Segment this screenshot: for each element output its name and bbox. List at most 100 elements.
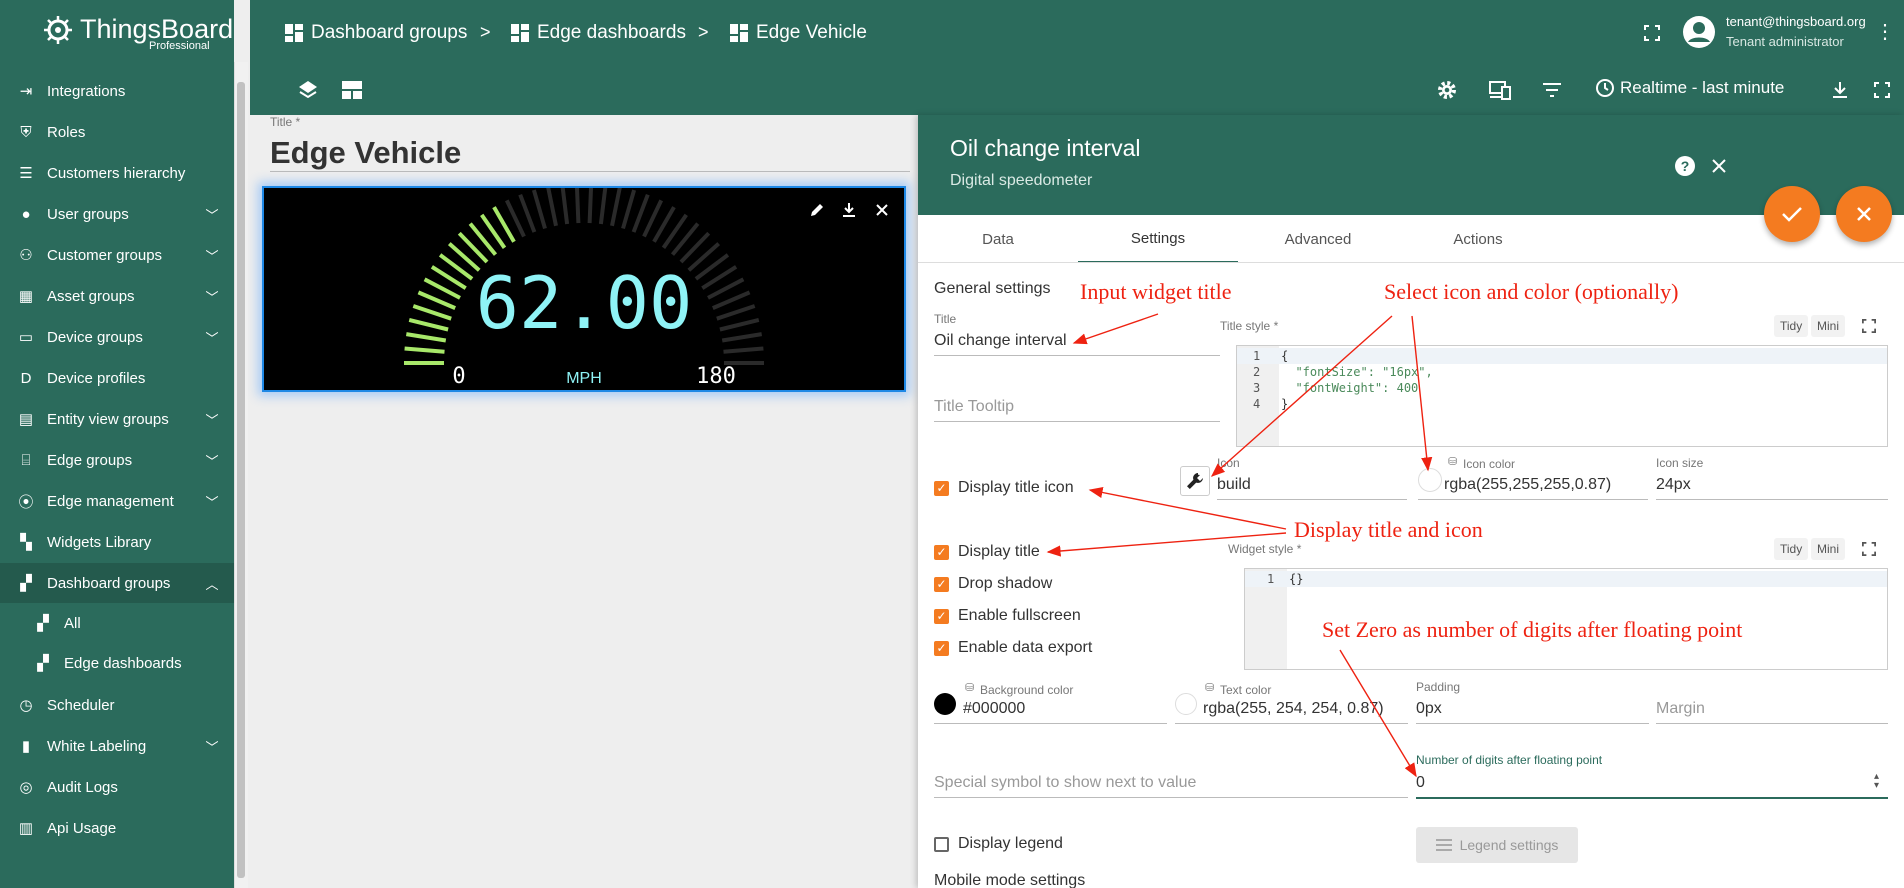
sidebar-item-white-labeling[interactable]: ▮ White Labeling ﹀	[0, 726, 234, 766]
decimals-field[interactable]: 0	[1416, 774, 1425, 792]
sidebar-item-user-groups[interactable]: ● User groups ﹀	[0, 194, 234, 234]
sidebar-item-edge-groups[interactable]: ⌸ Edge groups ﹀	[0, 440, 234, 480]
special-symbol-field[interactable]: Special symbol to show next to value	[934, 774, 1196, 792]
drop-shadow-checkbox[interactable]: ✓	[934, 577, 949, 592]
dashboard-title[interactable]: Edge Vehicle	[270, 135, 461, 171]
sidebar-item-asset-groups[interactable]: ▦ Asset groups ﹀	[0, 276, 234, 316]
title-style-editor[interactable]: 1 2 3 4 { "fontSize": "16px", "fontWeigh…	[1236, 345, 1888, 447]
background-color-field[interactable]: #000000	[963, 700, 1025, 718]
icon-color-swatch[interactable]	[1418, 468, 1442, 492]
legend-settings-button[interactable]: Legend settings	[1416, 827, 1578, 863]
tidy-button[interactable]: Tidy	[1774, 538, 1809, 560]
decline-button[interactable]	[1836, 186, 1892, 242]
tab-settings[interactable]: Settings	[1078, 215, 1238, 263]
help-button[interactable]: ?	[1674, 155, 1696, 177]
download-widget-button[interactable]	[841, 202, 861, 222]
close-panel-button[interactable]	[1710, 157, 1728, 175]
icon-color-field[interactable]: rgba(255,255,255,0.87)	[1444, 476, 1611, 494]
background-color-swatch[interactable]	[934, 693, 956, 715]
sidebar-item-widgets-library[interactable]: ▚ Widgets Library	[0, 522, 234, 562]
apply-button[interactable]	[1764, 186, 1820, 242]
download-icon	[843, 203, 855, 217]
gauge-tick	[716, 304, 756, 321]
number-spinner-icon[interactable]: ▴ ▾	[1874, 772, 1879, 791]
sidebar-item-roles[interactable]: ⛨ Roles	[0, 112, 234, 152]
mini-button[interactable]: Mini	[1811, 538, 1846, 560]
editor-fullscreen-button[interactable]	[1858, 315, 1880, 337]
sidebar-item-dashboard-groups[interactable]: ▞ Dashboard groups ︿	[0, 563, 234, 603]
title-tooltip-underline	[934, 421, 1220, 422]
layers-icon	[299, 81, 317, 99]
tidy-button[interactable]: Tidy	[1774, 315, 1809, 337]
sidebar-scrollbar-thumb[interactable]	[237, 82, 245, 878]
tab-actions[interactable]: Actions	[1398, 215, 1558, 263]
paint-icon: ⛁	[965, 682, 975, 694]
brand-logo[interactable]: ThingsBoard Professional	[0, 0, 234, 62]
breadcrumb-label: Dashboard groups	[311, 22, 468, 43]
edit-widget-button[interactable]	[809, 202, 829, 222]
icon-picker-button[interactable]	[1180, 466, 1210, 496]
remove-widget-button[interactable]	[874, 202, 894, 222]
clock-icon	[1596, 79, 1614, 97]
sidebar-item-label: Integrations	[47, 82, 126, 100]
layers-button[interactable]	[296, 78, 320, 102]
editor-fullscreen-button[interactable]	[1858, 538, 1880, 560]
sidebar-item-scheduler[interactable]: ◷ Scheduler	[0, 685, 234, 725]
export-button[interactable]	[1828, 78, 1852, 102]
icon-size-field[interactable]: 24px	[1656, 476, 1691, 494]
breadcrumb-edge-dashboards[interactable]: Edge dashboards	[511, 22, 686, 44]
display-title-icon-checkbox[interactable]: ✓	[934, 481, 949, 496]
tab-data[interactable]: Data	[918, 215, 1078, 263]
display-title-checkbox[interactable]: ✓	[934, 545, 949, 560]
padding-field[interactable]: 0px	[1416, 700, 1442, 718]
user-avatar[interactable]	[1682, 15, 1716, 49]
gauge-tick	[404, 346, 445, 354]
enable-data-export-checkbox[interactable]: ✓	[934, 641, 949, 656]
more-menu-button[interactable]: ⋮	[1875, 20, 1895, 44]
title-field[interactable]: Oil change interval	[934, 332, 1067, 350]
gauge-tick	[546, 186, 558, 227]
title-style-label: Title style *	[1220, 319, 1279, 333]
chevron-down-icon: ﹀	[205, 453, 219, 469]
tab-advanced[interactable]: Advanced	[1238, 215, 1398, 263]
text-color-swatch[interactable]	[1175, 693, 1197, 715]
fullscreen-icon	[1862, 319, 1876, 333]
margin-field[interactable]: Margin	[1656, 700, 1705, 718]
sidebar-item-label: User groups	[47, 205, 129, 223]
sidebar-item-edge-management[interactable]: ⦿ Edge management ﹀	[0, 481, 234, 521]
layout-button[interactable]	[340, 78, 364, 102]
sidebar-item-all[interactable]: ▞ All	[0, 603, 234, 643]
fullscreen-button[interactable]	[1640, 21, 1664, 45]
enable-fullscreen-checkbox[interactable]: ✓	[934, 609, 949, 624]
sidebar-item-device-groups[interactable]: ▭ Device groups ﹀	[0, 317, 234, 357]
sidebar-item-entity-view-groups[interactable]: ▤ Entity view groups ﹀	[0, 399, 234, 439]
sidebar-item-edge-dashboards[interactable]: ▞ Edge dashboards	[0, 643, 234, 683]
sidebar: ThingsBoard Professional ⇄Data converter…	[0, 0, 234, 888]
mini-button[interactable]: Mini	[1811, 315, 1846, 337]
sidebar-item-integrations[interactable]: ⇥ Integrations	[0, 71, 234, 111]
sidebar-item-label: Asset groups	[47, 287, 135, 305]
sidebar-item-audit-logs[interactable]: ◎ Audit Logs	[0, 767, 234, 807]
dashboard-fullscreen-button[interactable]	[1870, 78, 1894, 102]
settings-button[interactable]	[1435, 78, 1459, 102]
gauge-tick	[574, 183, 581, 224]
title-tooltip-field[interactable]: Title Tooltip	[934, 398, 1014, 416]
text-color-field[interactable]: rgba(255, 254, 254, 0.87)	[1203, 700, 1384, 718]
display-legend-checkbox[interactable]	[934, 837, 949, 852]
sidebar-item-customer-groups[interactable]: ⚇ Customer groups ﹀	[0, 235, 234, 275]
devices-button[interactable]	[1488, 78, 1512, 102]
chevron-down-icon: ﹀	[205, 248, 219, 264]
filter-button[interactable]	[1540, 78, 1564, 102]
gauge-tick	[631, 193, 650, 233]
breadcrumb-dashboard-groups[interactable]: Dashboard groups	[285, 22, 467, 44]
sidebar-item-customers-hierarchy[interactable]: ☰ Customers hierarchy	[0, 153, 234, 193]
sidebar-item-api-usage[interactable]: ▥ Api Usage	[0, 808, 234, 848]
speedometer-widget[interactable]: 62.00 MPH 0 180	[262, 183, 906, 392]
sidebar-item-label: Scheduler	[47, 696, 115, 714]
icon-field[interactable]: build	[1217, 476, 1251, 494]
sidebar-item-device-profiles[interactable]: D Device profiles	[0, 358, 234, 398]
tabs-divider	[918, 262, 1904, 263]
gauge-tick	[405, 332, 447, 343]
gauge-tick	[719, 317, 760, 332]
timewindow-button[interactable]: Realtime - last minute	[1595, 78, 1784, 98]
